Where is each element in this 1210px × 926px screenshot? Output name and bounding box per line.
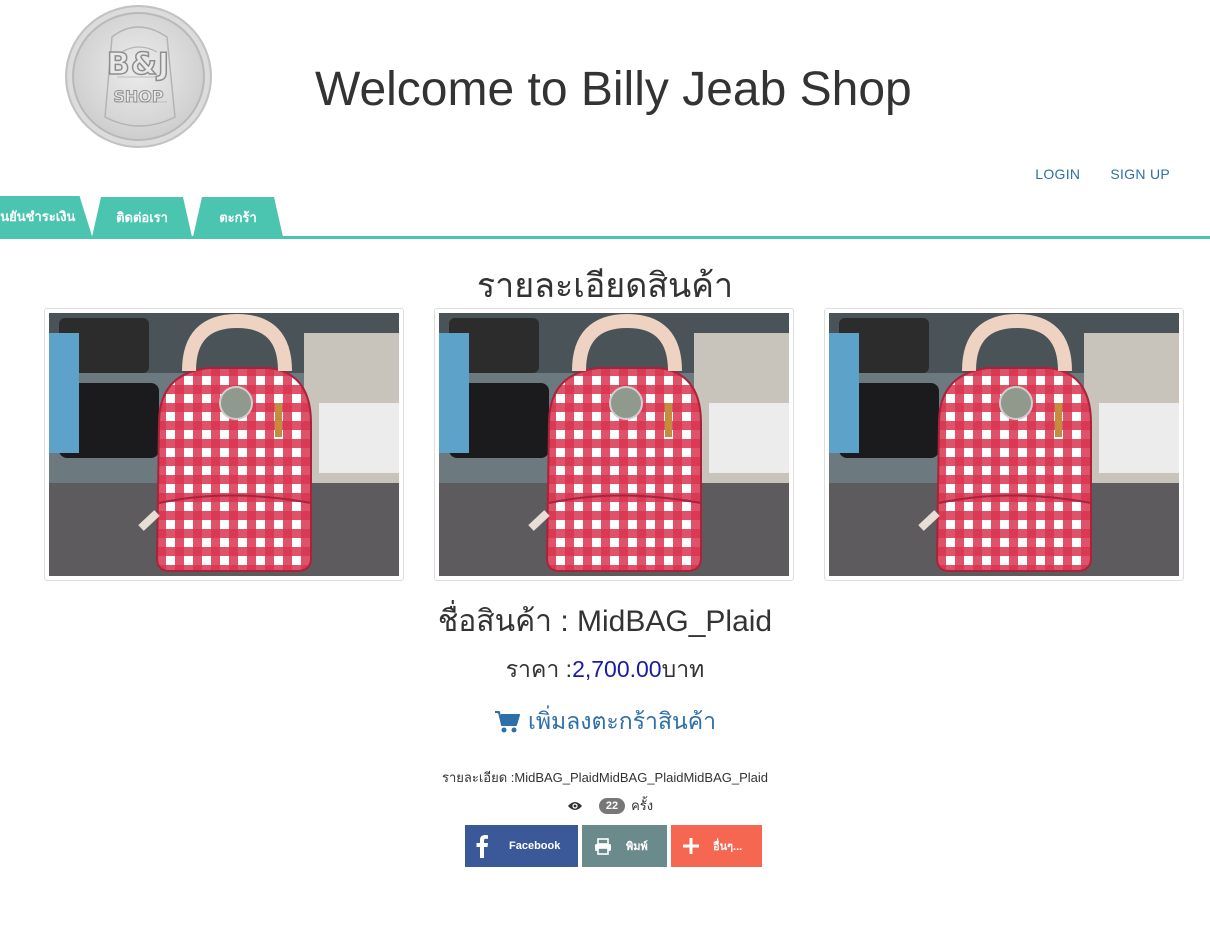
share-more-button[interactable]: อื่นๆ...: [671, 825, 762, 867]
main-nav-tabs: ยืนยันชำระเงิน ติดต่อเรา ตะกร้า: [0, 196, 300, 237]
product-image-2[interactable]: [434, 308, 794, 581]
shop-logo[interactable]: B&J SHOP: [65, 5, 212, 148]
product-price: ราคา :2,700.00บาท: [0, 652, 1210, 688]
view-count-unit: ครั้ง: [631, 798, 654, 813]
section-title: รายละเอียดสินค้า: [476, 267, 734, 305]
logo-main-text: B&J: [106, 46, 171, 83]
view-count-badge: 22: [598, 797, 626, 814]
share-facebook-button[interactable]: Facebook: [465, 825, 578, 867]
product-image-3[interactable]: [824, 308, 1184, 581]
logo-sub-text: SHOP: [113, 87, 164, 107]
view-counter: 22 ครั้ง: [0, 795, 1210, 816]
plus-icon: [683, 838, 699, 854]
tab-cart[interactable]: ตะกร้า: [193, 197, 283, 237]
shopping-cart-icon: [494, 711, 520, 733]
add-to-cart-label: เพิ่มลงตะกร้าสินค้า: [527, 708, 717, 734]
share-print-button[interactable]: พิมพ์: [582, 825, 667, 867]
price-label: ราคา :: [505, 656, 573, 682]
tab-divider: [0, 236, 1210, 239]
printer-icon: [595, 837, 611, 855]
tab-contact[interactable]: ติดต่อเรา: [92, 197, 192, 237]
product-name-label: ชื่อสินค้า :: [437, 605, 578, 638]
product-name-value: MidBAG_Plaid: [577, 605, 773, 638]
eye-icon: [567, 801, 582, 810]
product-image-1[interactable]: [44, 308, 404, 581]
product-description: รายละเอียด :MidBAG_PlaidMidBAG_PlaidMidB…: [442, 770, 768, 785]
facebook-label: Facebook: [509, 840, 561, 852]
site-title: Welcome to Billy Jeab Shop: [315, 63, 912, 116]
price-currency: บาท: [661, 656, 705, 682]
tab-payment-confirm[interactable]: ยืนยันชำระเงิน: [0, 196, 92, 236]
login-link[interactable]: LOGIN: [1035, 166, 1080, 182]
backpack-photo-icon: [439, 313, 789, 576]
product-name: ชื่อสินค้า : MidBAG_Plaid: [0, 598, 1210, 645]
print-label: พิมพ์: [626, 841, 648, 853]
add-to-cart-row: เพิ่มลงตะกร้าสินค้า: [0, 704, 1210, 740]
facebook-icon: [476, 835, 488, 858]
auth-links: LOGIN SIGN UP: [1035, 166, 1170, 182]
more-label: อื่นๆ...: [713, 841, 743, 853]
price-value: 2,700.00: [572, 656, 662, 682]
backpack-photo-icon: [49, 313, 399, 576]
signup-link[interactable]: SIGN UP: [1110, 166, 1170, 182]
add-to-cart-button[interactable]: เพิ่มลงตะกร้าสินค้า: [494, 704, 716, 740]
backpack-photo-icon: [829, 313, 1179, 576]
